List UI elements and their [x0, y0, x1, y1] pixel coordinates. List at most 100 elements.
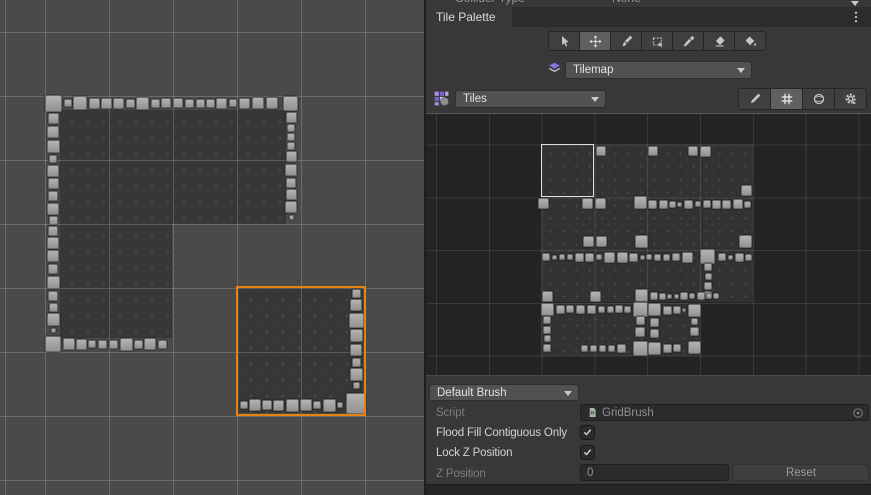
tile-sprite — [706, 293, 712, 299]
tile-sprite — [688, 146, 698, 156]
tile-sprite — [286, 178, 296, 188]
tile-sprite — [576, 305, 585, 314]
unity-editor: Collider Type None Tile Palette Tilemap … — [0, 0, 871, 495]
gizmos-button[interactable] — [802, 88, 835, 110]
window-footer — [426, 484, 871, 495]
tile-sprite — [635, 235, 648, 248]
select-tool-button[interactable] — [548, 31, 580, 51]
palette-viewport[interactable] — [426, 113, 871, 376]
tile-palette-window: Collider Type None Tile Palette Tilemap … — [424, 0, 871, 495]
flood-fill-tool-button[interactable] — [734, 31, 766, 51]
tile-sprite — [48, 264, 58, 274]
brush-dropdown[interactable]: Default Brush — [429, 384, 579, 401]
grid-icon — [780, 92, 794, 106]
tile-sprite — [633, 341, 648, 356]
eraser-icon — [713, 35, 726, 48]
tab-bar: Tile Palette — [426, 7, 871, 27]
tile-sprite — [101, 98, 112, 109]
tile-sprite — [735, 253, 744, 262]
scene-view[interactable] — [0, 0, 424, 495]
reset-button[interactable]: Reset — [733, 464, 869, 481]
tile-sprite — [289, 215, 294, 220]
palette-settings-button[interactable] — [834, 88, 867, 110]
box-fill-tool-button[interactable] — [641, 31, 673, 51]
tile-sprite — [688, 304, 701, 317]
inspector-clipped-row: Collider Type None — [426, 0, 871, 7]
eraser-tool-button[interactable] — [703, 31, 735, 51]
tile-sprite — [598, 306, 605, 313]
tile-sprite — [47, 250, 59, 262]
palette-dropdown[interactable]: Tiles — [455, 90, 606, 108]
flood-fill-checkbox[interactable] — [580, 425, 595, 440]
tile-sprite — [650, 318, 659, 327]
tile-sprite — [648, 200, 657, 209]
tile-sprite — [559, 254, 565, 260]
tile-sprite — [542, 291, 553, 302]
tile-sprite — [151, 99, 160, 108]
box-select-icon — [651, 35, 664, 48]
tile-sprite — [47, 126, 59, 138]
tile-sprite — [704, 282, 712, 290]
tile-sprite — [47, 140, 60, 153]
tile-sprite — [663, 306, 672, 315]
tile-sprite — [144, 338, 156, 350]
tile-sprite — [596, 254, 602, 260]
tile-sprite — [285, 164, 297, 176]
tab-tile-palette[interactable]: Tile Palette — [426, 7, 512, 27]
chevron-down-icon — [851, 1, 859, 6]
tile-sprite — [64, 99, 72, 107]
tile-sprite — [582, 198, 593, 209]
tilemap-fill-region — [60, 224, 172, 338]
tile-sprite — [745, 254, 752, 261]
tile-sprite — [109, 340, 118, 349]
tile-sprite — [713, 293, 719, 299]
tile-sprite — [51, 328, 56, 333]
tile-sprite — [285, 201, 297, 213]
tile-sprite — [695, 201, 701, 207]
z-position-field[interactable]: 0 — [580, 464, 729, 481]
pencil-icon — [748, 92, 762, 106]
tile-sprite — [697, 292, 705, 300]
tile-sprite — [673, 306, 681, 314]
chevron-down-icon — [591, 97, 599, 102]
tile-sprite — [49, 303, 58, 312]
tile-sprite — [669, 201, 676, 208]
edit-palette-button[interactable] — [738, 88, 771, 110]
script-object-field[interactable]: GridBrush — [580, 404, 869, 421]
tilemap-dropdown[interactable]: Tilemap — [565, 61, 752, 79]
tile-sprite — [49, 216, 58, 225]
tile-sprite — [663, 344, 672, 353]
script-label: Script — [436, 406, 465, 421]
tile-sprite — [552, 255, 557, 260]
tile-sprite — [608, 345, 615, 352]
tile-sprite — [544, 335, 551, 342]
tilemap-fill-region — [60, 110, 286, 224]
tile-sprite — [650, 329, 659, 338]
tile-sprite — [617, 344, 626, 353]
move-selection-outline — [236, 286, 366, 416]
tile-sprite — [624, 306, 631, 313]
tile-sprite — [283, 96, 298, 111]
object-picker-icon[interactable] — [852, 407, 864, 419]
picker-tool-button[interactable] — [672, 31, 704, 51]
tile-sprite — [733, 199, 743, 209]
move-icon — [589, 35, 602, 48]
tile-sprite — [45, 95, 62, 112]
tile-sprite — [648, 146, 658, 156]
tile-sprite — [700, 249, 715, 264]
script-icon — [587, 406, 598, 419]
tile-sprite — [287, 142, 295, 150]
tile-sprite — [556, 305, 565, 314]
tile-sprite — [604, 252, 615, 263]
tile-sprite — [581, 345, 588, 352]
tile-sprite — [667, 294, 672, 299]
paintbrush-tool-button[interactable] — [610, 31, 642, 51]
toggle-grid-button[interactable] — [770, 88, 803, 110]
move-tool-button[interactable] — [579, 31, 611, 51]
tile-sprite — [596, 236, 607, 247]
tab-title: Tile Palette — [436, 10, 496, 24]
lock-z-checkbox[interactable] — [580, 445, 595, 460]
tile-sprite — [728, 255, 733, 260]
tile-sprite — [636, 316, 645, 325]
kebab-menu-icon[interactable] — [849, 10, 863, 24]
